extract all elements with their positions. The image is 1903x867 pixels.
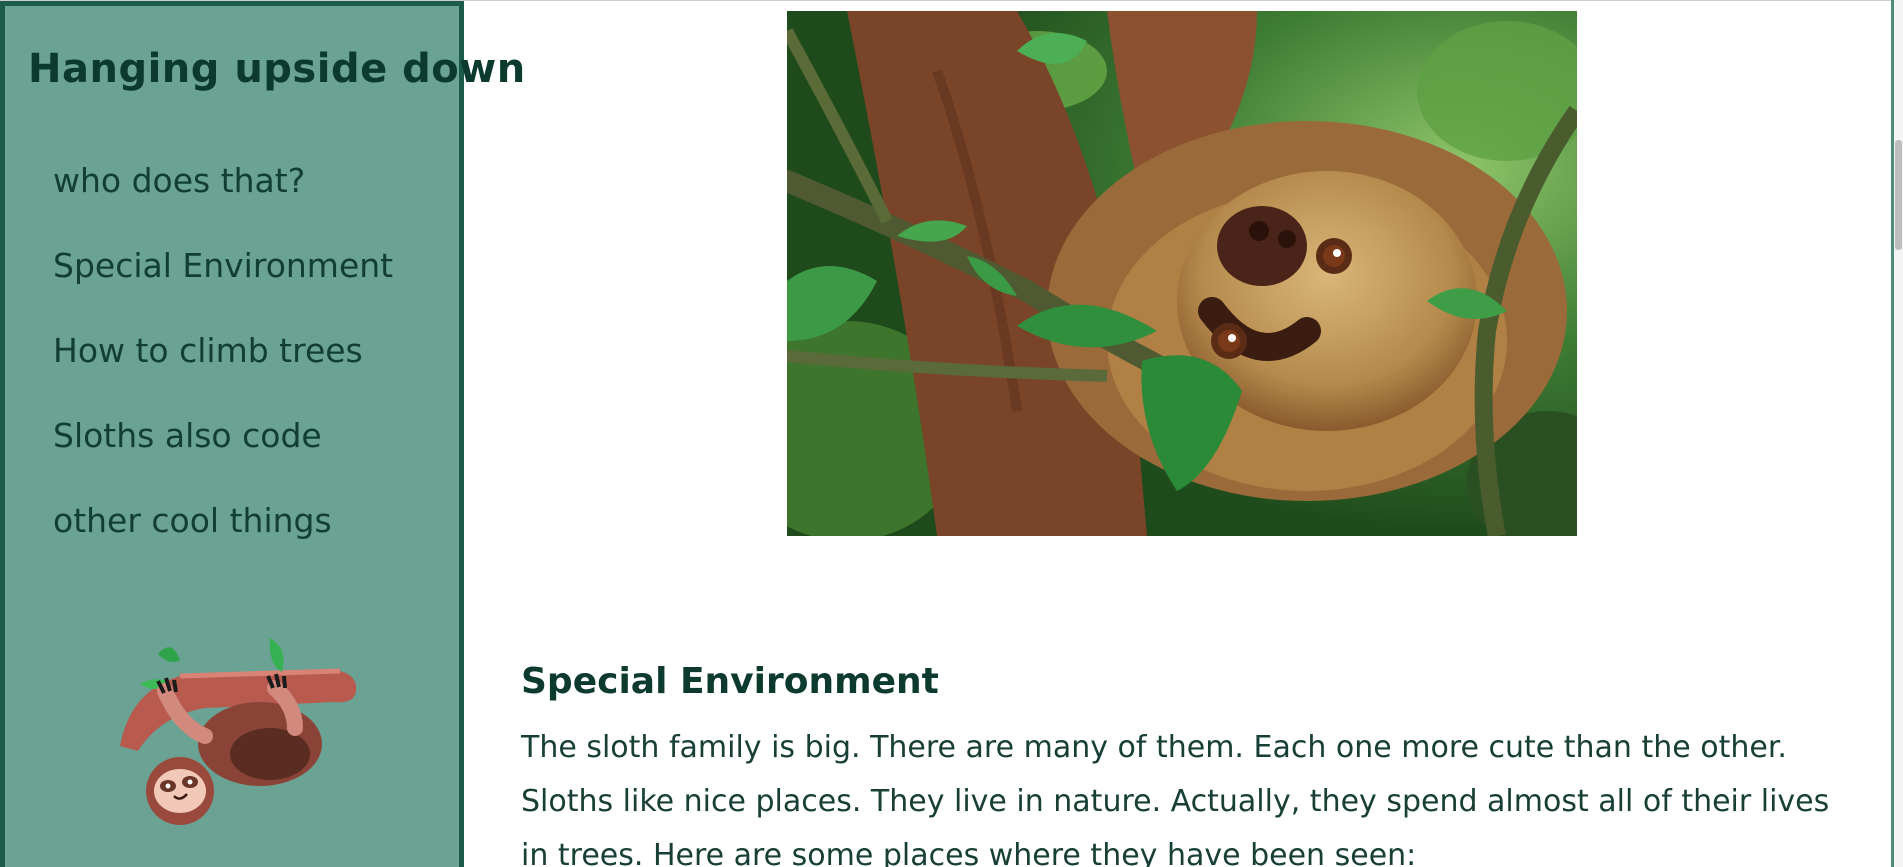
sloth-illustration xyxy=(120,638,357,825)
nav-link-other-cool-things[interactable]: other cool things xyxy=(53,501,393,586)
sidebar: Hanging upside down who does that? Speci… xyxy=(0,1,525,867)
leaf xyxy=(158,647,180,662)
hero-sloth-photo xyxy=(787,11,1577,536)
nav-link-who-does-that[interactable]: who does that? xyxy=(53,161,393,246)
section-paragraph: The sloth family is big. There are many … xyxy=(521,730,1830,867)
section-heading: Special Environment xyxy=(521,661,939,702)
main-content: Special Environment The sloth family is … xyxy=(469,1,1894,867)
nav-link-sloths-also-code[interactable]: Sloths also code xyxy=(53,416,393,501)
page: Hanging upside down who does that? Speci… xyxy=(0,0,1903,867)
scrollbar-thumb[interactable] xyxy=(1895,140,1902,250)
leaf xyxy=(269,638,284,672)
nav-link-special-environment[interactable]: Special Environment xyxy=(53,246,393,331)
nav-link-how-to-climb-trees[interactable]: How to climb trees xyxy=(53,331,393,416)
vertical-scrollbar[interactable] xyxy=(1894,0,1903,867)
sidebar-nav: who does that? Special Environment How t… xyxy=(53,161,393,586)
site-title: Hanging upside down xyxy=(28,46,526,92)
